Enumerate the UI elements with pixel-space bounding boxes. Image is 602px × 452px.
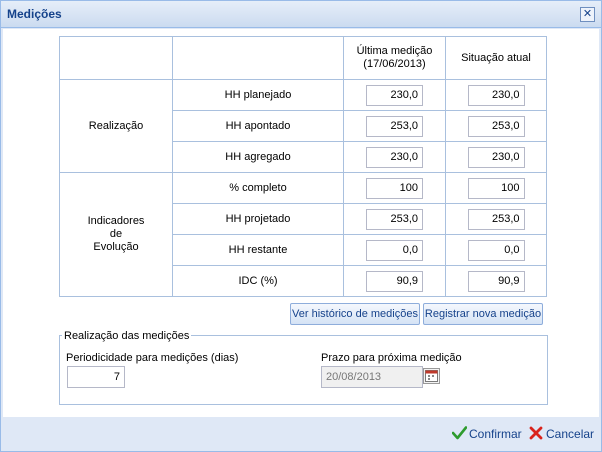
last-value-field[interactable]: 0,0	[366, 239, 423, 261]
close-button[interactable]: ✕	[580, 7, 595, 22]
table-row: Realização HH planejado 230,0 230,0	[59, 79, 547, 173]
title-bar: Medições ✕	[1, 1, 601, 28]
header-current: Situação atual	[445, 36, 547, 80]
cancel-label: Cancelar	[546, 427, 595, 441]
group-label-line: de	[109, 228, 123, 240]
current-value-field[interactable]: 253,0	[467, 208, 525, 230]
medicoes-dialog: Medições ✕ Última medição (17/06/2013) S…	[0, 0, 602, 452]
measurements-table: Última medição (17/06/2013) Situação atu…	[59, 36, 547, 297]
row-label: HH planejado	[172, 79, 344, 111]
confirm-label: Confirmar	[469, 427, 522, 441]
row-label: HH apontado	[172, 110, 344, 142]
group-label-line: Indicadores	[87, 215, 145, 227]
last-value-field[interactable]: 100	[366, 177, 423, 199]
row-label: IDC (%)	[172, 265, 344, 297]
last-value-field[interactable]: 90,9	[366, 270, 423, 292]
check-icon	[452, 426, 467, 440]
x-icon	[529, 426, 543, 440]
group-label-line: Evolução	[93, 241, 139, 253]
table-header-row: Última medição (17/06/2013) Situação atu…	[59, 36, 547, 80]
periodicity-label: Periodicidade para medições (dias)	[66, 352, 239, 364]
table-row: Indicadores de Evolução % completo 100 1…	[59, 172, 547, 297]
confirm-button[interactable]: Confirmar	[452, 424, 522, 444]
row-label: HH restante	[172, 234, 344, 266]
calendar-icon	[425, 370, 438, 382]
next-measurement-label: Prazo para próxima medição	[321, 352, 462, 364]
row-label: % completo	[172, 172, 344, 204]
current-value-field[interactable]: 90,9	[467, 270, 525, 292]
row-label: HH projetado	[172, 203, 344, 235]
view-history-button[interactable]: Ver histórico de medições	[290, 303, 420, 325]
current-value-field[interactable]: 253,0	[467, 115, 525, 137]
register-measurement-button[interactable]: Registrar nova medição	[423, 303, 543, 325]
dialog-title: Medições	[7, 7, 62, 21]
dialog-footer: Confirmar Cancelar	[2, 418, 600, 450]
current-value-field[interactable]: 100	[467, 177, 525, 199]
group-legend: Realização das medições	[62, 330, 192, 342]
date-picker-button[interactable]	[423, 368, 440, 384]
header-last-measurement: Última medição (17/06/2013)	[343, 36, 446, 80]
last-value-field[interactable]: 230,0	[366, 84, 423, 106]
last-value-field[interactable]: 253,0	[366, 115, 423, 137]
last-value-field[interactable]: 230,0	[366, 146, 423, 168]
row-label: HH agregado	[172, 141, 344, 173]
current-value-field[interactable]: 230,0	[467, 146, 525, 168]
group-label-realizacao: Realização	[59, 79, 173, 173]
header-last-label: Última medição (17/06/2013)	[356, 45, 433, 70]
cancel-button[interactable]: Cancelar	[529, 424, 595, 444]
periodicity-input[interactable]: 7	[67, 366, 125, 388]
group-label-indicadores: Indicadores de Evolução	[59, 172, 173, 297]
close-icon: ✕	[582, 8, 593, 20]
last-value-field[interactable]: 253,0	[366, 208, 423, 230]
dialog-body: Última medição (17/06/2013) Situação atu…	[3, 29, 599, 417]
current-value-field[interactable]: 0,0	[467, 239, 525, 261]
next-measurement-date-field[interactable]: 20/08/2013	[321, 366, 423, 388]
measurements-settings-group	[59, 335, 548, 405]
current-value-field[interactable]: 230,0	[467, 84, 525, 106]
